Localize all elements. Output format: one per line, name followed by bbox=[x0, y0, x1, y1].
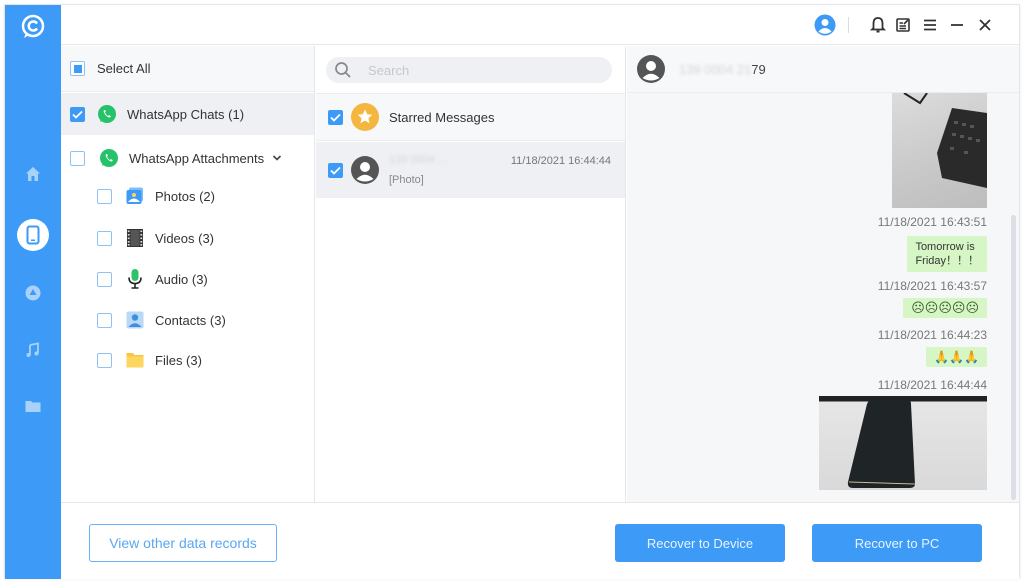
chat-list-panel: Starred Messages 139 0004 ... [Photo] 11… bbox=[316, 46, 626, 502]
starred-messages-label: Starred Messages bbox=[389, 109, 495, 125]
conversation-panel: 139 0004 21 79 11/18/2021 16:43:51 Tomor… bbox=[627, 46, 1019, 502]
chat-checkbox[interactable] bbox=[328, 162, 343, 178]
message-text-line: Tomorrow is bbox=[915, 241, 975, 253]
category-photos[interactable]: Photos (2) bbox=[61, 176, 314, 216]
chat-time: 11/18/2021 16:44:44 bbox=[510, 155, 611, 167]
videos-checkbox[interactable] bbox=[97, 230, 112, 246]
message-list: 11/18/2021 16:43:51 Tomorrow is Friday！！… bbox=[627, 93, 1009, 502]
action-footer: View other data records Recover to Devic… bbox=[61, 502, 1019, 579]
category-panel: Select All WhatsApp Chats (1) WhatsApp A… bbox=[61, 46, 315, 502]
message-bubble: Tomorrow is Friday！！！ bbox=[907, 236, 987, 272]
starred-checkbox[interactable] bbox=[328, 109, 343, 125]
search-box[interactable] bbox=[326, 57, 612, 83]
select-all-checkbox[interactable] bbox=[70, 61, 85, 76]
sidebar-rail bbox=[5, 5, 61, 579]
whatsapp-chats-label: WhatsApp Chats (1) bbox=[127, 106, 245, 122]
notifications-button[interactable] bbox=[866, 13, 890, 37]
whatsapp-chats-checkbox[interactable] bbox=[70, 106, 85, 122]
select-all-row[interactable]: Select All bbox=[61, 46, 314, 92]
contact-avatar-icon bbox=[637, 55, 665, 83]
category-whatsapp-chats[interactable]: WhatsApp Chats (1) bbox=[61, 93, 314, 135]
message-timestamp: 11/18/2021 16:44:23 bbox=[877, 328, 987, 342]
music-icon bbox=[26, 342, 39, 357]
contact-number-visible: 79 bbox=[751, 61, 766, 77]
message-photo-phone[interactable] bbox=[819, 396, 987, 490]
videos-label: Videos (3) bbox=[155, 230, 215, 246]
rail-home-button[interactable] bbox=[19, 160, 47, 188]
view-other-records-button[interactable]: View other data records bbox=[89, 524, 277, 562]
files-label: Files (3) bbox=[155, 352, 202, 368]
star-icon bbox=[351, 103, 379, 131]
folder-icon bbox=[125, 350, 145, 370]
audio-checkbox[interactable] bbox=[97, 271, 112, 287]
search-icon bbox=[335, 62, 351, 78]
feedback-icon bbox=[896, 18, 910, 32]
rail-folder-button[interactable] bbox=[19, 392, 47, 420]
app-window: Select All WhatsApp Chats (1) WhatsApp A… bbox=[4, 4, 1020, 579]
whatsapp-attachments-label: WhatsApp Attachments bbox=[129, 150, 265, 166]
category-audio[interactable]: Audio (3) bbox=[61, 259, 314, 299]
chat-contact-name: 139 0004 ... bbox=[389, 154, 448, 166]
menu-button[interactable] bbox=[918, 13, 942, 37]
contacts-label: Contacts (3) bbox=[155, 312, 226, 328]
select-all-label: Select All bbox=[97, 61, 151, 76]
toolbar-separator bbox=[848, 17, 849, 33]
rail-device-button[interactable] bbox=[17, 219, 49, 251]
scrollbar-thumb[interactable] bbox=[1011, 215, 1016, 500]
close-icon bbox=[979, 19, 991, 31]
bell-icon bbox=[870, 17, 886, 33]
chat-preview: [Photo] bbox=[389, 174, 424, 186]
photos-icon bbox=[125, 186, 145, 206]
recover-to-pc-button[interactable]: Recover to PC bbox=[812, 524, 982, 562]
files-checkbox[interactable] bbox=[97, 352, 112, 368]
category-whatsapp-attachments[interactable]: WhatsApp Attachments bbox=[61, 136, 314, 180]
category-files[interactable]: Files (3) bbox=[61, 340, 314, 380]
whatsapp-icon bbox=[99, 148, 119, 168]
folder-icon bbox=[25, 401, 41, 412]
title-bar bbox=[61, 5, 1019, 45]
chevron-down-icon[interactable] bbox=[272, 154, 282, 162]
contact-avatar-icon bbox=[351, 156, 379, 184]
message-scrollbar[interactable] bbox=[1009, 93, 1017, 502]
contact-number-hidden: 139 0004 21 bbox=[679, 61, 752, 77]
starred-messages-row[interactable]: Starred Messages bbox=[316, 93, 625, 141]
feedback-button[interactable] bbox=[891, 13, 915, 37]
message-timestamp: 11/18/2021 16:44:44 bbox=[877, 378, 987, 392]
cloud-icon bbox=[25, 285, 41, 301]
contact-icon bbox=[125, 310, 145, 330]
app-logo-icon bbox=[19, 13, 47, 41]
account-button[interactable] bbox=[813, 13, 837, 37]
audio-label: Audio (3) bbox=[155, 271, 208, 287]
message-photo-keyboard[interactable] bbox=[892, 93, 987, 208]
message-timestamp: 11/18/2021 16:43:57 bbox=[877, 279, 987, 293]
minimize-button[interactable] bbox=[945, 13, 969, 37]
rail-music-button[interactable] bbox=[19, 336, 47, 364]
minimize-icon bbox=[951, 24, 963, 26]
account-icon bbox=[814, 14, 836, 36]
photos-label: Photos (2) bbox=[155, 188, 215, 204]
home-icon bbox=[26, 167, 40, 181]
phone-icon bbox=[26, 225, 40, 245]
photos-checkbox[interactable] bbox=[97, 188, 112, 204]
rail-cloud-button[interactable] bbox=[19, 279, 47, 307]
chat-list-item[interactable]: 139 0004 ... [Photo] 11/18/2021 16:44:44 bbox=[316, 142, 625, 198]
category-contacts[interactable]: Contacts (3) bbox=[61, 300, 314, 340]
search-input[interactable] bbox=[368, 62, 568, 78]
recover-to-device-button[interactable]: Recover to Device bbox=[615, 524, 785, 562]
contacts-checkbox[interactable] bbox=[97, 312, 112, 328]
film-icon bbox=[125, 228, 145, 248]
conversation-header: 139 0004 21 79 bbox=[627, 46, 1019, 93]
whatsapp-attachments-checkbox[interactable] bbox=[70, 150, 85, 166]
message-bubble: 🙏🙏🙏 bbox=[926, 347, 987, 367]
message-bubble: ☹☹☹☹☹ bbox=[903, 298, 987, 318]
close-button[interactable] bbox=[973, 13, 997, 37]
whatsapp-icon bbox=[97, 104, 117, 124]
microphone-icon bbox=[125, 268, 145, 290]
message-text-line: Friday！！！ bbox=[915, 255, 979, 267]
message-timestamp: 11/18/2021 16:43:51 bbox=[877, 215, 987, 229]
category-videos[interactable]: Videos (3) bbox=[61, 218, 314, 258]
menu-icon bbox=[924, 19, 936, 31]
